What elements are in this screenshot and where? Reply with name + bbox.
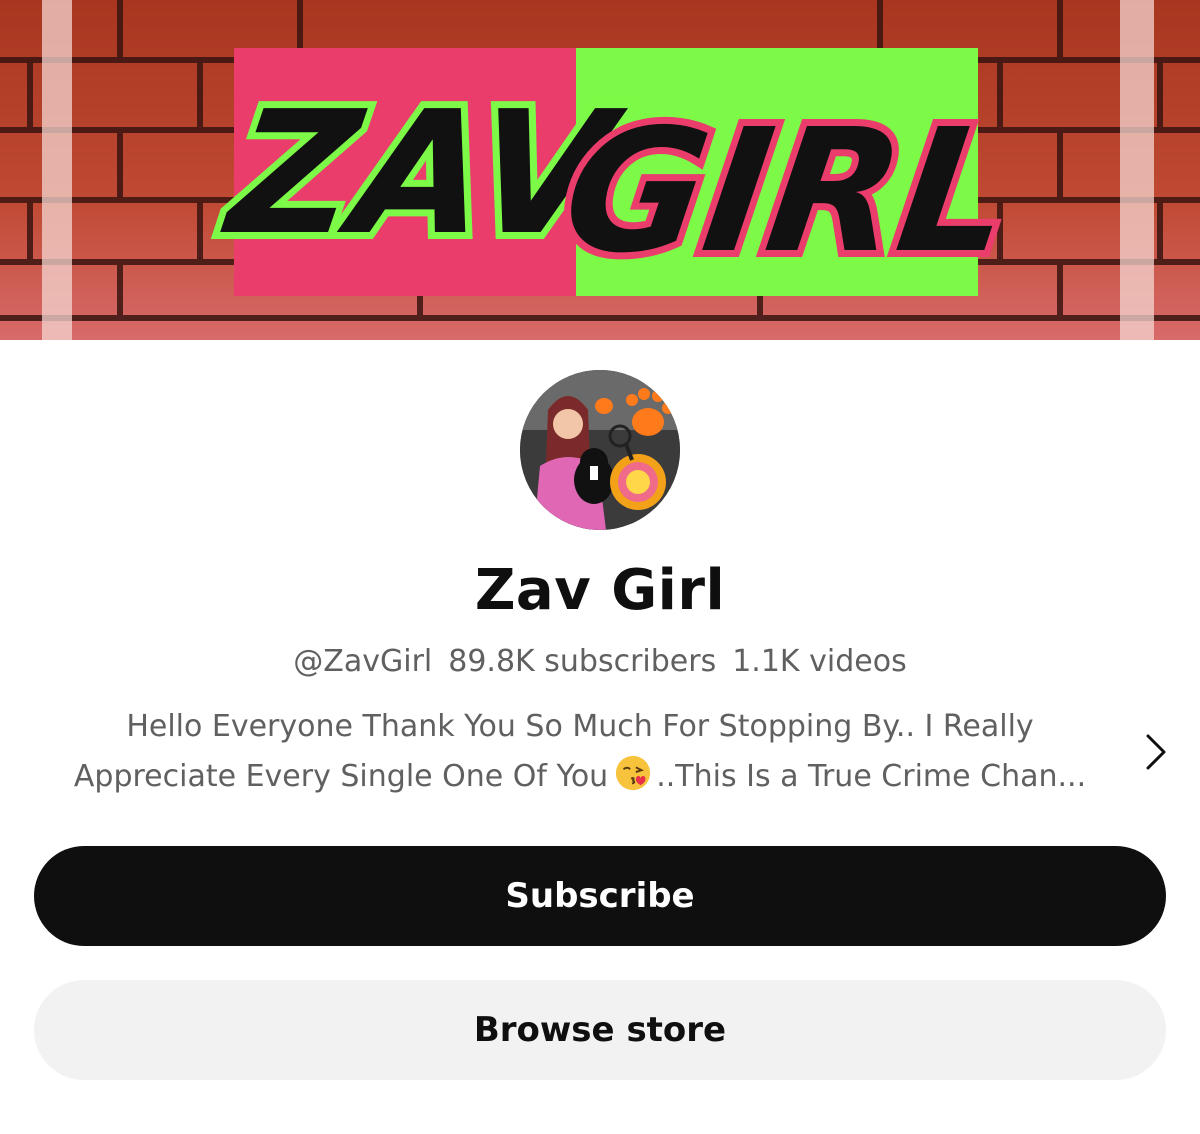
subscribe-button[interactable]: Subscribe [34,846,1166,946]
banner-image: ZAV GIRL [0,0,1200,340]
channel-name: Zav Girl [474,558,726,623]
subscriber-count: 89.8K subscribers [448,644,717,679]
chevron-right-icon[interactable] [1138,732,1174,772]
description-line-2: Appreciate Every Single One Of You ..Thi… [30,752,1130,802]
browse-store-button[interactable]: Browse store [34,980,1166,1080]
channel-description[interactable]: Hello Everyone Thank You So Much For Sto… [30,702,1130,802]
description-line-1: Hello Everyone Thank You So Much For Sto… [126,709,1034,744]
channel-meta: @ZavGirl 89.8K subscribers 1.1K videos [0,644,1200,679]
channel-handle[interactable]: @ZavGirl [293,644,432,679]
channel-banner: ZAV GIRL [0,0,1200,340]
avatar-image [520,370,680,530]
banner-logo-girl: GIRL [553,93,1023,291]
video-count: 1.1K videos [732,644,907,679]
channel-avatar[interactable] [520,370,680,530]
description-text-after-emoji: ..This Is a True Crime Chan... [656,759,1087,794]
kissing-face-emoji-icon [616,755,651,791]
description-text-before-emoji: Appreciate Every Single One Of You [73,759,609,794]
